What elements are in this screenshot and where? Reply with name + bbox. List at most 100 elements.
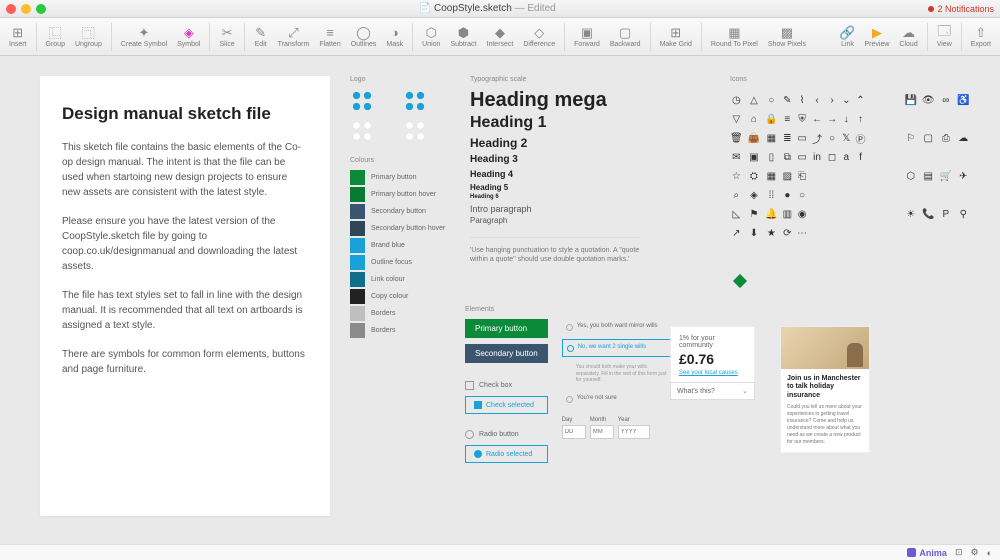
primary-button[interactable]: Primary button <box>465 319 548 338</box>
section-label-icons: Icons <box>730 76 970 83</box>
mail-icon: ✉ <box>730 150 743 164</box>
radio-option[interactable]: Yes, you both want mirror wills <box>562 319 672 335</box>
cloud-icon: ☁ <box>902 26 916 40</box>
ungroup-tool[interactable]: ⿹Ungroup <box>72 26 105 48</box>
flatten-tool[interactable]: ≡Flatten <box>316 26 343 48</box>
canvas[interactable]: Design manual sketch file This sketch fi… <box>0 56 1000 544</box>
view-tool[interactable]: 🗔View <box>934 26 955 48</box>
cloud-tool[interactable]: ☁Cloud <box>896 26 920 48</box>
reward-link[interactable]: See your local causes <box>679 370 738 376</box>
swatch-label: Copy colour <box>371 293 408 300</box>
forward-tool[interactable]: ▣Forward <box>571 26 603 48</box>
notifications-badge[interactable]: 2 Notifications <box>928 4 994 14</box>
slice-tool[interactable]: ✂Slice <box>216 26 237 48</box>
wheelchair-icon: ♿ <box>957 93 969 107</box>
export-tool[interactable]: ⇧Export <box>968 26 994 48</box>
view-icon: 🗔 <box>937 26 951 40</box>
tag-icon: ◈ <box>748 188 760 202</box>
show-pixels-tool[interactable]: ▩Show Pixels <box>765 26 809 48</box>
symbol-tool[interactable]: ◈Symbol <box>174 26 203 48</box>
close-icon[interactable] <box>6 4 16 14</box>
info-artboard: Design manual sketch file This sketch fi… <box>40 76 330 516</box>
intersect-tool[interactable]: ◆Intersect <box>484 26 517 48</box>
create-symbol-icon: ✦ <box>137 26 151 40</box>
preview-tool[interactable]: ▶Preview <box>862 26 893 48</box>
symbol-icon: ◈ <box>182 26 196 40</box>
month-input[interactable] <box>590 425 614 439</box>
mask-tool[interactable]: ◑Mask <box>383 26 406 48</box>
cloud2-icon: ☁ <box>957 131 969 145</box>
checkbox-selected[interactable]: Check selected <box>465 396 548 414</box>
twitter-icon: 𝕏 <box>842 131 850 145</box>
round-to-pixel-tool[interactable]: ▦Round To Pixel <box>708 26 761 48</box>
link-icon: 🔗 <box>841 26 855 40</box>
outlines-tool[interactable]: ◯Outlines <box>348 26 380 48</box>
radio-option-selected[interactable]: No, we want 2 single wills <box>562 339 672 357</box>
outlines-icon: ◯ <box>357 26 371 40</box>
radio[interactable]: Radio button <box>465 430 548 439</box>
reward-pct-label: 1% for your community <box>679 335 746 349</box>
trash-icon: 🗑 <box>730 131 743 145</box>
coop-logo-blue <box>350 89 374 113</box>
day-input[interactable] <box>562 425 586 439</box>
circle2-icon: ○ <box>797 188 807 202</box>
star2-icon: ★ <box>765 226 777 240</box>
transform-tool[interactable]: ⤢Transform <box>275 26 313 48</box>
difference-tool[interactable]: ◇Difference <box>520 26 558 48</box>
backward-tool[interactable]: ▢Backward <box>607 26 644 48</box>
flag-icon: ⚑ <box>748 207 760 221</box>
make-grid-tool[interactable]: ⊞Make Grid <box>657 26 695 48</box>
sun-icon: ☀ <box>904 207 916 221</box>
zoom-icon[interactable] <box>36 4 46 14</box>
year-input[interactable] <box>618 425 650 439</box>
checkbox[interactable]: Check box <box>465 381 548 390</box>
insert-tool[interactable]: ⊞Insert <box>6 26 30 48</box>
circle-icon: ○ <box>827 131 837 145</box>
edit-tool[interactable]: ✎Edit <box>251 26 271 48</box>
subtract-tool[interactable]: ⬢Subtract <box>447 26 479 48</box>
swatch-label: Secondary button hover <box>371 225 445 232</box>
radio-selected[interactable]: Radio selected <box>465 445 548 463</box>
info-paragraph: This sketch file contains the basic elem… <box>62 140 308 200</box>
diamond-icon <box>733 274 747 288</box>
colour-swatch: Borders <box>350 323 450 338</box>
status-icon[interactable]: ◐ <box>987 548 992 558</box>
section-label-logo: Logo <box>350 76 450 83</box>
reward-amount: £0.76 <box>679 351 746 367</box>
create-symbol-tool[interactable]: ✦Create Symbol <box>118 26 170 48</box>
promo-body: Could you tell us more about your experi… <box>787 404 863 446</box>
more-icon: ⋯ <box>797 226 807 240</box>
instagram-icon: ◻ <box>827 150 837 164</box>
pinterest-icon: Ⓟ <box>855 131 865 145</box>
download-icon: ⬇ <box>748 226 760 240</box>
file-icon: 📄 <box>419 3 431 14</box>
radio-option[interactable]: You're not sure <box>562 391 672 407</box>
status-icon[interactable]: ⚙ <box>970 547 978 558</box>
coop-logo-white <box>403 119 427 143</box>
window-icon: ▣ <box>748 150 760 164</box>
plus-icon: ⊞ <box>11 26 25 40</box>
minimize-icon[interactable] <box>21 4 31 14</box>
union-tool[interactable]: ⬡Union <box>419 26 443 48</box>
swatch-box <box>350 323 365 338</box>
colour-swatch: Secondary button <box>350 204 450 219</box>
secondary-button[interactable]: Secondary button <box>465 344 548 363</box>
status-icon[interactable]: ⊡ <box>955 547 963 558</box>
swatch-label: Outline focus <box>371 259 412 266</box>
apps-icon: ⁞⁞ <box>765 188 777 202</box>
section-label-type: Typographic scale <box>470 76 640 83</box>
warning-icon: △ <box>748 93 760 107</box>
group-tool[interactable]: ⿺Group <box>43 26 68 48</box>
linkedin-icon: in <box>812 150 822 164</box>
heading-4: Heading 4 <box>470 169 640 179</box>
coop-logo-white <box>350 119 374 143</box>
chart-icon: ▥ <box>783 207 792 221</box>
promo-title: Join us in Manchester to talk holiday in… <box>787 375 863 400</box>
search-icon: ⌕ <box>730 188 743 202</box>
doc-icon: ▯ <box>765 150 777 164</box>
anima-plugin[interactable]: Anima <box>907 548 947 558</box>
transform-icon: ⤢ <box>286 26 300 40</box>
whats-this-dropdown[interactable]: What's this? <box>670 382 755 400</box>
filter-icon: ▽ <box>730 112 743 126</box>
link-tool[interactable]: 🔗Link <box>838 26 858 48</box>
